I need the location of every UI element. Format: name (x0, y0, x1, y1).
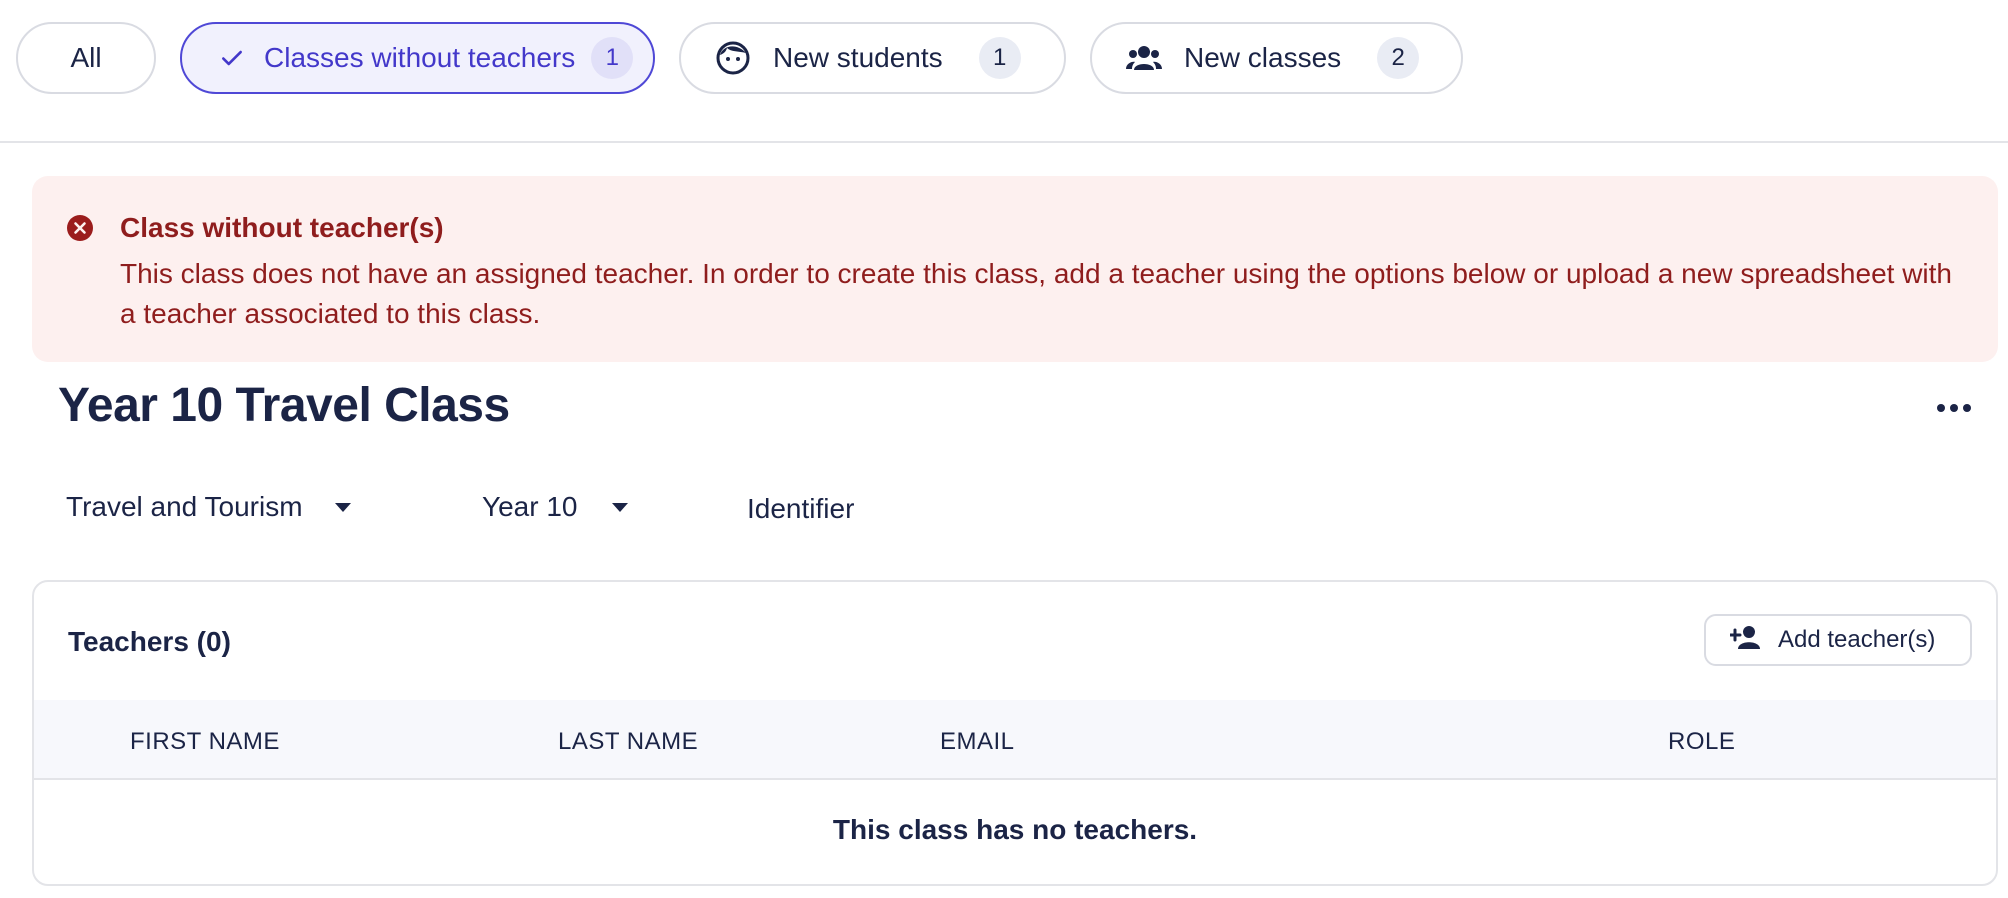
teachers-title: Teachers (0) (68, 626, 231, 657)
empty-table-message: This class has no teachers. (832, 814, 1198, 845)
column-header-last-name[interactable]: LAST NAME (558, 728, 698, 756)
more-dot (1937, 404, 1945, 412)
column-header-email[interactable]: EMAIL (940, 728, 1015, 756)
column-header-role[interactable]: ROLE (1668, 728, 1735, 756)
identifier-input[interactable] (747, 488, 967, 530)
filter-count-badge: 2 (1377, 37, 1420, 79)
alert-message: This class does not have an assigned tea… (120, 258, 1953, 329)
column-header-first-name[interactable]: FIRST NAME (130, 728, 280, 756)
filter-all-label: All (70, 42, 102, 73)
filter-classes-without-teachers-button[interactable]: Classes without teachers 1 (180, 22, 655, 94)
filter-new-students-label: New students (773, 42, 943, 73)
group-icon (1126, 40, 1162, 76)
add-teacher-button[interactable]: Add teacher(s) (1704, 614, 1972, 666)
error-alert: Class without teacher(s) This class does… (32, 176, 1998, 362)
teachers-card: Teachers (0) Add teacher(s) FIRST NAME L… (32, 580, 1998, 886)
add-person-icon (1728, 624, 1762, 657)
filter-count-badge: 1 (591, 37, 634, 79)
year-select-value: Year 10 (482, 491, 578, 522)
more-dot (1963, 404, 1971, 412)
subject-select-value: Travel and Tourism (66, 491, 303, 522)
alert-title: Class without teacher(s) (120, 212, 444, 243)
student-face-icon (715, 40, 751, 76)
more-dot (1950, 404, 1958, 412)
add-teacher-label: Add teacher(s) (1778, 626, 1936, 653)
table-header: FIRST NAME LAST NAME EMAIL ROLE (34, 700, 1996, 780)
subject-select[interactable]: Travel and Tourism (66, 486, 376, 528)
filter-new-classes-button[interactable]: New classes 2 (1090, 22, 1463, 94)
error-circle-icon (66, 214, 94, 242)
filter-new-students-button[interactable]: New students 1 (679, 22, 1066, 94)
chevron-down-icon (611, 502, 628, 512)
filter-bar: All Classes without teachers 1 New stude… (0, 0, 2008, 143)
check-icon (214, 40, 250, 76)
filter-all-button[interactable]: All (16, 22, 156, 94)
filter-classes-without-teachers-label: Classes without teachers (264, 42, 576, 73)
filter-count-badge: 1 (978, 37, 1021, 79)
class-title: Year 10 Travel Class (58, 379, 510, 432)
more-options-button[interactable] (1930, 390, 1978, 426)
filter-new-classes-label: New classes (1184, 42, 1342, 73)
year-select[interactable]: Year 10 (482, 486, 642, 528)
chevron-down-icon (334, 502, 351, 512)
